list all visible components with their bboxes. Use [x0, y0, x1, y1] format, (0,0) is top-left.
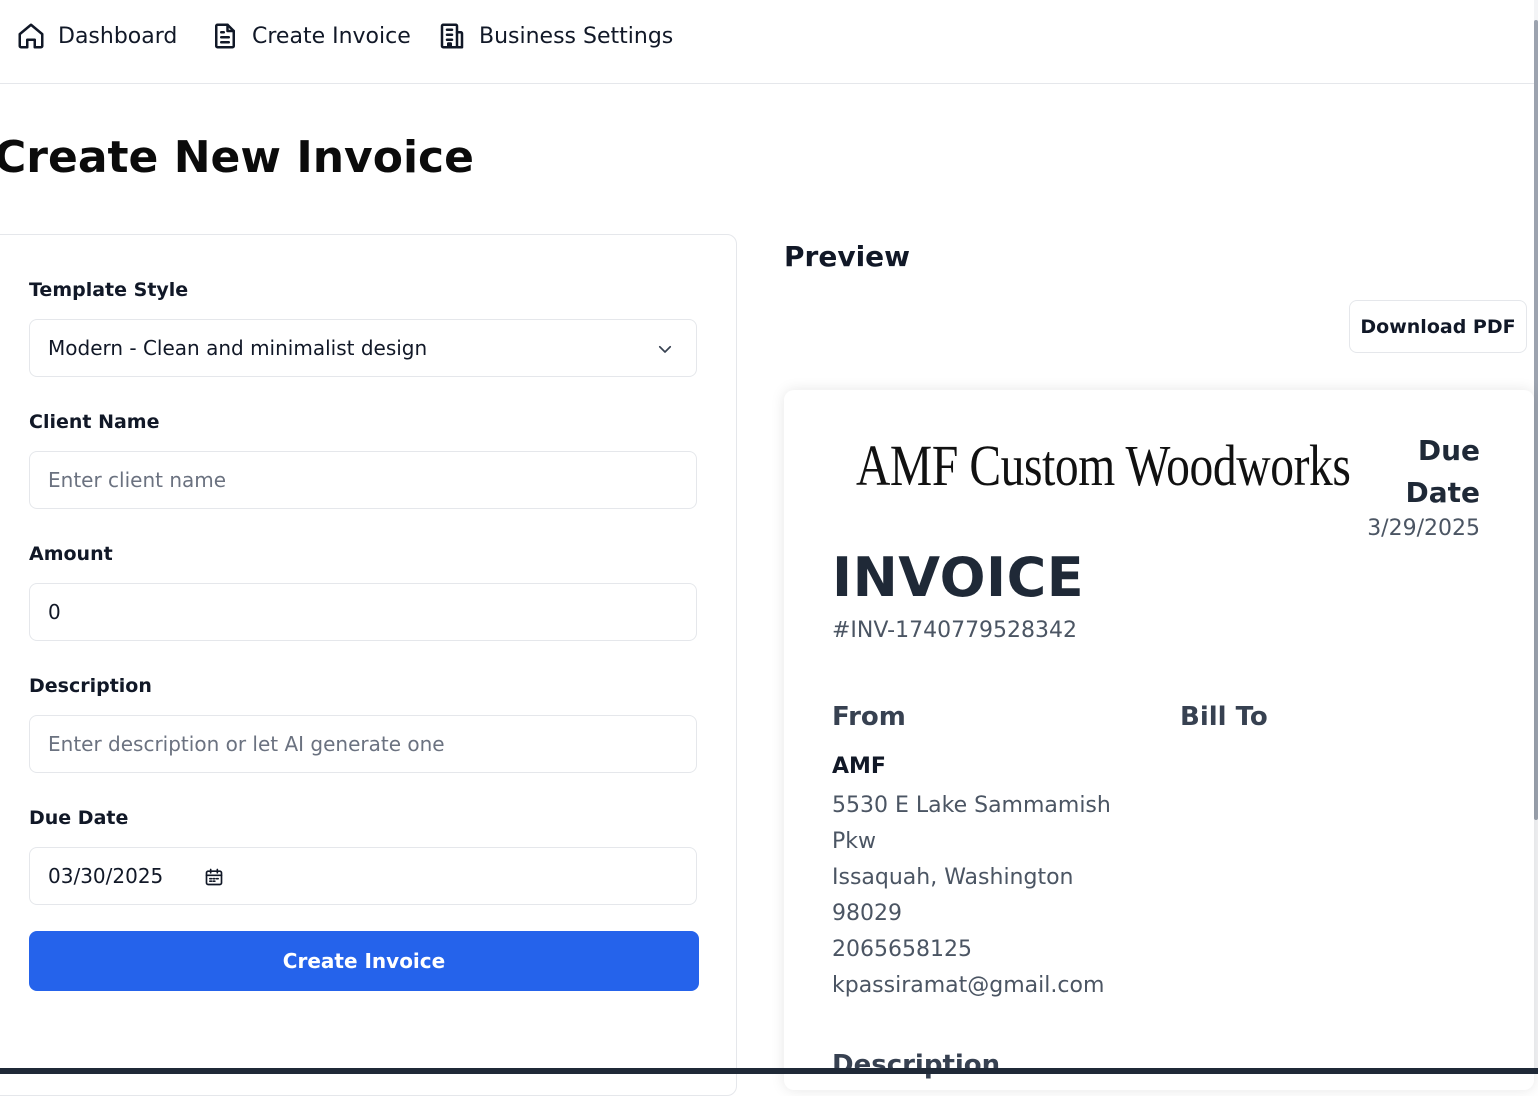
- invoice-title: INVOICE: [832, 546, 1085, 609]
- create-invoice-button[interactable]: Create Invoice: [29, 931, 699, 991]
- due-date-value: 03/30/2025: [48, 864, 164, 888]
- from-address-line: 5530 E Lake Sammamish: [832, 793, 1111, 818]
- description-heading: Description: [832, 1050, 1001, 1080]
- business-logo: AMF Custom Woodworks: [856, 433, 1351, 498]
- nav-create-invoice[interactable]: Create Invoice: [210, 18, 411, 54]
- template-style-value: Modern - Clean and minimalist design: [48, 336, 428, 360]
- from-phone: 2065658125: [832, 937, 972, 962]
- nav-dashboard-label: Dashboard: [58, 23, 178, 49]
- from-email: kpassiramat@gmail.com: [832, 973, 1105, 998]
- client-name-input[interactable]: Enter client name: [29, 451, 697, 509]
- page-scrollbar[interactable]: [1534, 0, 1538, 1074]
- description-placeholder: Enter description or let AI generate one: [48, 732, 445, 756]
- invoice-number: #INV-1740779528342: [832, 618, 1078, 643]
- client-name-placeholder: Enter client name: [48, 468, 227, 492]
- from-heading: From: [832, 702, 906, 732]
- nav-dashboard[interactable]: Dashboard: [16, 18, 177, 54]
- amount-input[interactable]: 0: [29, 583, 697, 641]
- scrollbar-thumb[interactable]: [1534, 20, 1538, 820]
- description-input[interactable]: Enter description or let AI generate one: [29, 715, 697, 773]
- from-address-line: 98029: [832, 901, 902, 926]
- home-icon: [18, 23, 44, 49]
- from-address-line: Pkw: [832, 829, 876, 854]
- chevron-down-icon: [658, 345, 672, 353]
- document-icon: [215, 23, 235, 49]
- nav-create-invoice-label: Create Invoice: [252, 23, 411, 49]
- from-business-name: AMF: [832, 754, 886, 779]
- page-title: Create New Invoice: [0, 132, 474, 183]
- due-date-input[interactable]: 03/30/2025: [29, 847, 697, 905]
- client-name-label: Client Name: [29, 411, 160, 433]
- bill-to-heading: Bill To: [1180, 702, 1268, 732]
- download-pdf-button[interactable]: Download PDF: [1349, 300, 1527, 353]
- template-style-label: Template Style: [29, 279, 189, 301]
- nav-business-settings-label: Business Settings: [479, 23, 674, 49]
- building-icon: [440, 23, 464, 49]
- bottom-edge: [0, 1068, 1538, 1074]
- from-address-line: Issaquah, Washington: [832, 865, 1074, 890]
- calendar-icon[interactable]: [204, 867, 224, 887]
- amount-value: 0: [48, 600, 61, 624]
- preview-heading: Preview: [784, 240, 911, 273]
- amount-label: Amount: [29, 543, 113, 565]
- preview-due-label: Due Date: [1405, 434, 1480, 509]
- preview-due-value: 3/29/2025: [1367, 516, 1480, 541]
- description-label: Description: [29, 675, 152, 697]
- due-date-label: Due Date: [29, 807, 129, 829]
- nav-business-settings[interactable]: Business Settings: [437, 18, 673, 54]
- from-address: 5530 E Lake Sammamish Pkw Issaquah, Wash…: [832, 788, 1122, 1004]
- top-nav: Dashboard Create Invoice Business Settin…: [0, 0, 1534, 84]
- template-style-select[interactable]: Modern - Clean and minimalist design: [29, 319, 697, 377]
